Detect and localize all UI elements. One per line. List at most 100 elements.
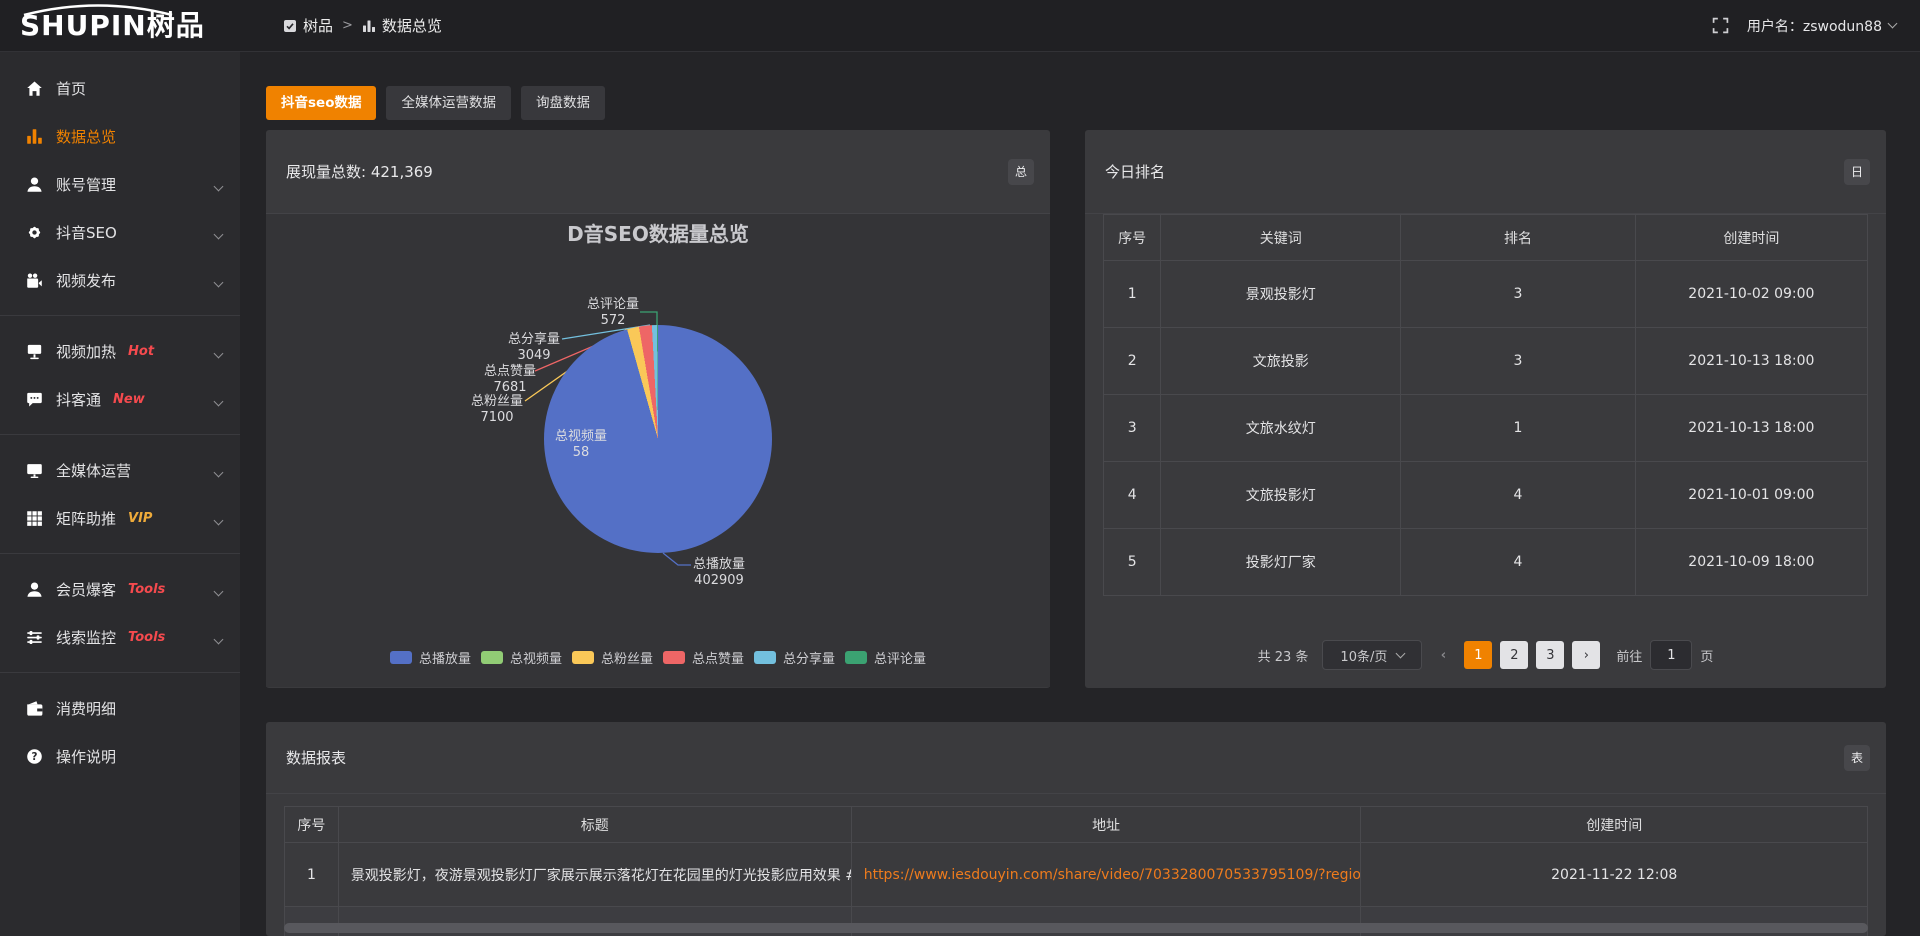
prev-page-button[interactable]: ‹: [1430, 641, 1456, 669]
sidebar-item-label: 矩阵助推: [56, 508, 116, 529]
chevron-down-icon: [215, 223, 222, 242]
sidebar-item-label: 视频加热: [56, 341, 116, 362]
legend-item-5[interactable]: 总评论量: [845, 648, 926, 667]
legend-label: 总分享量: [783, 648, 835, 667]
table-cell: 4: [1401, 462, 1636, 529]
legend-label: 总评论量: [874, 648, 926, 667]
column-header: 标题: [338, 807, 851, 843]
sidebar-item-help[interactable]: ?操作说明: [0, 732, 240, 780]
table-cell: 2021-10-13 18:00: [1635, 395, 1867, 462]
next-page-button[interactable]: ›: [1572, 641, 1600, 669]
menu-tag: Hot: [128, 344, 154, 359]
table-row: 5投影灯厂家42021-10-09 18:00: [1104, 529, 1868, 596]
member-icon: [26, 581, 43, 598]
main-content: 抖音seo数据全媒体运营数据询盘数据 展现量总数: 421,369 总 D音SE…: [240, 52, 1920, 936]
data-tabs: 抖音seo数据全媒体运营数据询盘数据: [266, 86, 1886, 120]
sidebar-item-overview[interactable]: 数据总览: [0, 112, 240, 160]
breadcrumb-separator: >: [342, 18, 353, 33]
home-icon: [26, 80, 43, 97]
sidebar-item-publish[interactable]: 视频发布: [0, 256, 240, 304]
user-menu[interactable]: 用户名：zswodun88: [1747, 16, 1896, 36]
legend-label: 总视频量: [510, 648, 562, 667]
page-button-3[interactable]: 3: [1536, 641, 1564, 669]
horizontal-scrollbar[interactable]: [284, 923, 1868, 933]
chart-legend: 总播放量 总视频量总粉丝量总点赞量 总分享量 总评论量: [266, 648, 1050, 667]
chevron-down-icon: [215, 509, 222, 528]
tab-1[interactable]: 全媒体运营数据: [386, 86, 511, 120]
column-header: 创建时间: [1635, 215, 1867, 261]
svg-text:?: ?: [32, 751, 38, 763]
table-header-row: 序号关键词排名创建时间: [1104, 215, 1868, 261]
sidebar-item-home[interactable]: 首页: [0, 64, 240, 112]
pie-label-comments: 总评论量572: [587, 297, 639, 329]
total-count-label: 共 23 条: [1258, 646, 1309, 665]
tab-0[interactable]: 抖音seo数据: [266, 86, 376, 120]
chevron-down-icon: [215, 580, 222, 599]
table-cell: 1: [285, 843, 339, 907]
table-cell: 2021-10-01 09:00: [1635, 462, 1867, 529]
bar-chart-icon: [362, 19, 376, 33]
sidebar-item-label: 消费明细: [56, 698, 116, 719]
table-row: 1景观投影灯32021-10-02 09:00: [1104, 261, 1868, 328]
table-cell: 3: [1401, 328, 1636, 395]
sidebar-item-account[interactable]: 账号管理: [0, 160, 240, 208]
pie-label-plays: 总播放量402909: [693, 557, 745, 589]
legend-item-4[interactable]: 总分享量: [754, 648, 835, 667]
goto-unit-label: 页: [1700, 646, 1713, 665]
legend-swatch: [663, 651, 685, 664]
sidebar-item-label: 数据总览: [56, 126, 116, 147]
day-badge-button[interactable]: 日: [1844, 159, 1870, 185]
legend-item-3[interactable]: 总点赞量: [663, 648, 744, 667]
sidebar-item-consume[interactable]: 消费明细: [0, 684, 240, 732]
report-title-cell: 景观投影灯，夜游景观投影灯厂家展示展示落花灯在花园里的灯光投影应用效果 #: [338, 843, 851, 907]
table-badge-button[interactable]: 表: [1844, 745, 1870, 771]
breadcrumb-item-current[interactable]: 数据总览: [362, 15, 442, 36]
chevron-down-icon: [1396, 648, 1406, 658]
breadcrumb: 树品 > 数据总览: [283, 15, 442, 36]
legend-swatch: [754, 651, 776, 664]
page-button-1[interactable]: 1: [1464, 641, 1492, 669]
sidebar-item-matrix[interactable]: 矩阵助推VIP: [0, 494, 240, 542]
legend-item-2[interactable]: 总粉丝量: [572, 648, 653, 667]
sidebar-item-label: 抖音SEO: [56, 222, 117, 243]
column-header: 地址: [851, 807, 1361, 843]
sidebar-item-clue[interactable]: 线索监控Tools: [0, 613, 240, 661]
chevron-down-icon: [215, 461, 222, 480]
sidebar-item-heat[interactable]: 视频加热 Hot: [0, 327, 240, 375]
sidebar-item-label: 首页: [56, 78, 86, 99]
fullscreen-icon[interactable]: [1712, 17, 1729, 34]
menu-tag: New: [113, 392, 145, 407]
sidebar-item-label: 视频发布: [56, 270, 116, 291]
table-cell: 2021-10-13 18:00: [1635, 328, 1867, 395]
user-icon: [26, 176, 43, 193]
page-button-2[interactable]: 2: [1500, 641, 1528, 669]
sidebar-item-label: 抖客通: [56, 389, 101, 410]
legend-item-0[interactable]: 总播放量: [390, 648, 471, 667]
video-link[interactable]: https://www.iesdouyin.com/share/video/70…: [864, 867, 1361, 883]
breadcrumb-item-root[interactable]: 树品: [283, 15, 333, 36]
table-cell: 文旅投影: [1161, 328, 1401, 395]
table-row: 1景观投影灯，夜游景观投影灯厂家展示展示落花灯在花园里的灯光投影应用效果 # ht…: [285, 843, 1868, 907]
pie-label-fans: 总粉丝量7100: [471, 394, 523, 426]
chevron-down-icon: [215, 175, 222, 194]
chevron-down-icon: [215, 390, 222, 409]
legend-swatch: [572, 651, 594, 664]
chart-title: D音SEO数据量总览: [266, 218, 1050, 247]
tab-2[interactable]: 询盘数据: [521, 86, 605, 120]
table-cell: 4: [1104, 462, 1161, 529]
legend-item-1[interactable]: 总视频量: [481, 648, 562, 667]
goto-label: 前往: [1616, 646, 1642, 665]
page-size-select[interactable]: 10条/页: [1322, 640, 1422, 670]
table-cell: 1: [1104, 261, 1161, 328]
column-header: 序号: [285, 807, 339, 843]
table-row: 2文旅投影32021-10-13 18:00: [1104, 328, 1868, 395]
sidebar-item-member[interactable]: 会员爆客Tools: [0, 565, 240, 613]
goto-page-input[interactable]: [1650, 640, 1692, 670]
total-badge-button[interactable]: 总: [1008, 159, 1034, 185]
sidebar-item-media[interactable]: 全媒体运营: [0, 446, 240, 494]
sidebar-item-seo[interactable]: 抖音SEO: [0, 208, 240, 256]
sidebar-item-douketong[interactable]: 抖客通 New: [0, 375, 240, 423]
column-header: 关键词: [1161, 215, 1401, 261]
legend-swatch: [845, 651, 867, 664]
legend-label: 总播放量: [419, 648, 471, 667]
